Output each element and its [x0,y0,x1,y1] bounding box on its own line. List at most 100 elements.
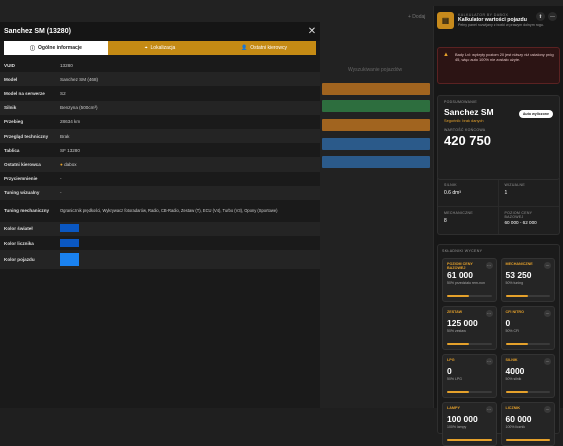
component-cards: POZIOM CENY BAZOWEJ 61 000 50% przedziału … [442,258,555,446]
driver-link[interactable]: dabox [64,162,77,167]
stat-value: 1 [504,190,508,196]
progress-bar [505,439,550,441]
map-pin-icon: ⌖ [144,45,148,51]
progress-fill [447,295,470,297]
minimize-icon[interactable]: — [548,12,557,21]
component-card: LAMPY 100 000 100% lampy ⋯ [442,402,497,446]
row-key: Przyciemnienie [4,176,38,182]
stat-cell: SILNIK 0.6 dm³ [438,178,499,206]
progress-fill [447,343,470,345]
user-icon: 👤 [241,45,248,51]
table-row: Kolor pojazdu [0,250,320,270]
table-row: Kolor świateł [0,221,320,237]
segment-text: Segońnik: brak danych [444,118,484,123]
component-note: 50% przedziału rem-non [447,281,485,286]
meter-color-swatch [60,238,79,247]
calculator-icon: ▦ [437,11,454,29]
section-label: SKŁADNIKI WYCENY [442,249,483,253]
row-key: Przebieg [4,119,24,125]
close-icon[interactable]: ✕ [304,26,320,37]
row-key: Przegląd techniczny [4,133,49,139]
row-key: Kolor świateł [4,226,33,232]
component-value: 0 [505,318,511,328]
progress-bar [447,295,492,297]
edit-icon[interactable]: ⋯ [544,406,551,413]
row-key: Kolor licznika [4,240,34,246]
progress-fill [505,343,528,345]
bg-bar [322,138,430,150]
component-name: LPG [447,358,455,362]
row-value: - [60,176,62,182]
component-note: 100% lampy [447,425,467,429]
progress-fill [505,391,528,393]
row-value: 28634 km [60,119,81,125]
edit-icon[interactable]: ⋯ [485,406,493,413]
info-icon: ⓘ [30,45,36,52]
tab-label: Ostatni kierowcy [250,45,287,51]
component-value: 0 [447,366,452,376]
row-key: Ostatni kierowca [4,161,41,167]
component-card: LPG 0 50% LPG ⋯ [442,354,497,398]
component-note: 50% LPG [447,377,462,381]
vehicle-color-swatch [60,252,79,266]
component-note: 100% licznik [505,425,525,429]
progress-fill [447,391,470,393]
modal-title: Sanchez SM (13280) [4,28,71,35]
bg-bar [322,83,430,95]
row-value: S2 [60,90,66,96]
edit-icon[interactable]: ⋯ [485,358,493,365]
row-key: Tuning wizualny [4,190,40,196]
edit-icon[interactable]: ⋯ [544,262,551,269]
light-color-swatch [60,224,79,233]
bg-bar [322,100,430,112]
add-button-bg[interactable]: + Dodaj [408,14,425,20]
component-note: 50% tuning [505,281,524,285]
row-value: Brak [60,133,70,139]
stat-value: 60 000 - 62 000 [504,220,537,225]
table-row: Przegląd techniczny Brak [0,128,320,144]
modal-header: Sanchez SM (13280) ✕ [0,22,320,41]
auto-badge[interactable]: Auto wyliczone [518,110,553,118]
tab-bar: ⓘ Ogólne informacje ⌖ Lokalizacja 👤 Ostatni… [4,41,316,55]
pin-icon[interactable]: ⬆ [536,12,545,21]
component-note: 50% CFI [505,329,520,333]
components-section: SKŁADNIKI WYCENY POZIOM CENY BAZOWEJ 61 0… [437,244,560,446]
component-name: SILNIK [505,358,518,362]
calculator-panel: ▦ KALKULATOR BY DABOX Kalkulator wartośc… [433,6,563,446]
table-row: Przebieg 28634 km [0,115,320,129]
component-value: 100 000 [447,414,478,424]
stat-cell: MECHANICZNE 8 [438,206,499,234]
edit-icon[interactable]: ⋯ [544,358,551,365]
component-name: LICZNIK [505,406,521,410]
row-value: ● dabox [60,162,320,167]
row-key: Tuning mechaniczny [4,208,50,214]
row-value: SF 13280 [60,147,80,153]
row-value: 13280 [60,62,73,68]
summary-label: PODSUMOWANIE [444,100,478,104]
progress-fill [505,439,550,441]
panel-description: Pełny panel rozwijany z boxki w prawym d… [458,22,544,27]
warning-icon: ▲ [443,52,449,58]
component-card: CFI NITRO 0 50% CFI ⋯ [500,306,555,350]
tab-label: Lokalizacja [150,45,176,51]
component-value: 125 000 [447,318,478,328]
table-row: Tablica SF 13280 [0,143,320,157]
component-name: POZIOM CENY BAZOWEJ [447,262,473,271]
component-card: MECHANICZNE 53 250 50% tuning ⋯ [500,258,555,302]
summary-card: PODSUMOWANIE Sanchez SM Segońnik: brak d… [437,95,560,180]
stats-grid: SILNIK 0.6 dm³ WIZUALNE 1 MECHANICZNE 8 POZ… [437,178,560,235]
edit-icon[interactable]: ⋯ [485,262,493,269]
edit-icon[interactable]: ⋯ [485,310,493,317]
table-row: Tuning mechaniczny Ogranicznik prędkości,… [0,200,320,222]
tab-location[interactable]: ⌖ Lokalizacja [108,41,212,55]
tab-drivers[interactable]: 👤 Ostatni kierowcy [212,41,316,55]
row-key: Tablica [4,147,20,153]
final-value: 420 750 [444,133,491,148]
progress-fill [447,439,492,441]
row-value: Benzyna (500cm³) [60,105,98,111]
row-value: Ogranicznik prędkości, Wykrywacz fotorad… [60,208,278,214]
component-note: 50% zestaw [447,329,466,333]
stat-label: WIZUALNE [504,183,525,187]
tab-general[interactable]: ⓘ Ogólne informacje [4,41,108,55]
edit-icon[interactable]: ⋯ [544,310,551,317]
